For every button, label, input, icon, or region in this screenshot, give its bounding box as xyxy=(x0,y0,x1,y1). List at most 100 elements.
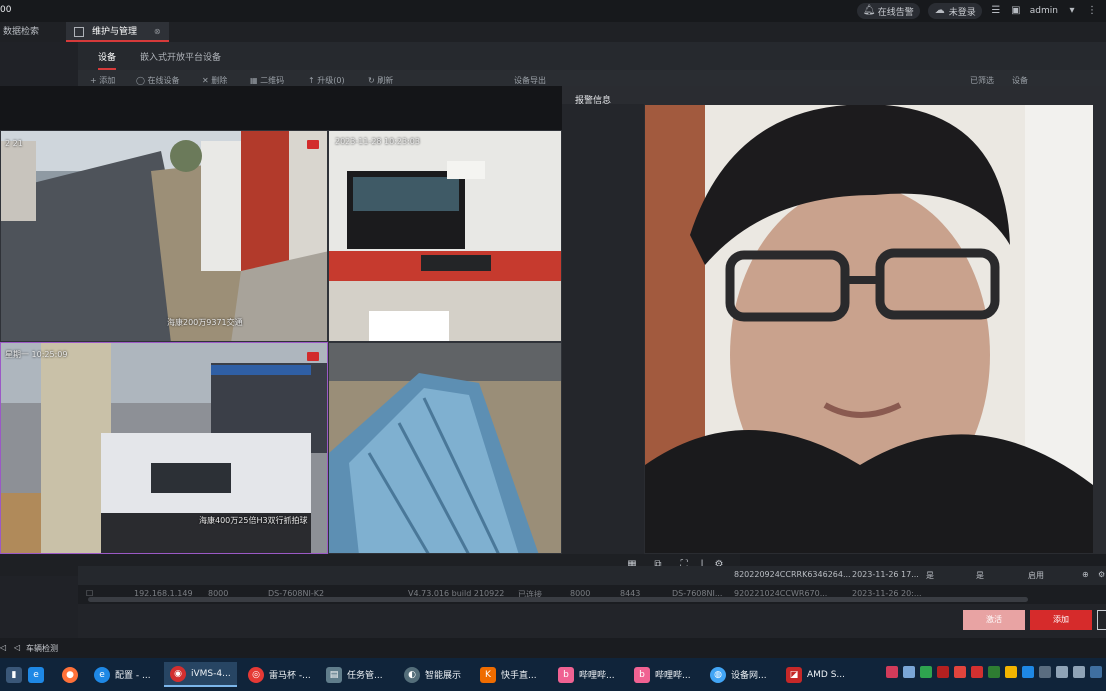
tab-maintenance-label: 维护与管理 xyxy=(92,27,138,37)
osd-timestamp: 2023-11-28 10:23:03 xyxy=(335,137,420,146)
record-icon xyxy=(307,352,319,361)
taskbar-item-ivms[interactable]: ◉ iVMS-4... xyxy=(164,662,237,687)
bilibili-icon: b xyxy=(634,666,650,683)
add-device-button[interactable]: 添加 xyxy=(1030,610,1092,630)
face-capture xyxy=(645,105,1093,553)
video-cell-street[interactable]: 2 21 海康200万9371交通 xyxy=(0,130,328,342)
display-icon: ◐ xyxy=(404,666,420,683)
close-icon[interactable]: ⊗ xyxy=(154,27,161,36)
input-method-icon[interactable] xyxy=(1090,666,1102,678)
cloud-login-label: 未登录 xyxy=(948,7,976,18)
speaker-icon[interactable]: ◁ xyxy=(0,643,6,652)
video-grid: 2 21 海康200万9371交通 2023-11-28 10:23:03 星期… xyxy=(0,86,562,554)
taskbar-item-bilibili-2[interactable]: b 哔哩哔... xyxy=(628,662,697,687)
alarm-side-list xyxy=(562,104,644,554)
task-manager-icon: ▤ xyxy=(326,666,342,683)
osd-timestamp: 星期一 10:25:09 xyxy=(5,350,68,359)
online-devices-button[interactable]: ◯ 在线设备 xyxy=(136,75,180,86)
camera-feed-street xyxy=(1,131,327,341)
horizontal-scrollbar[interactable] xyxy=(88,597,1028,602)
wechat-icon[interactable] xyxy=(920,666,932,678)
online-alarm-button[interactable]: 🔔︎ 在线告警 xyxy=(856,3,920,19)
captured-face-image xyxy=(645,105,1093,553)
tab-data-search[interactable]: 数据检索 xyxy=(3,22,39,42)
ivms-icon: ◉ xyxy=(170,665,186,682)
tab-embedded-devices[interactable]: 嵌入式开放平台设备 xyxy=(140,50,221,63)
module-icon xyxy=(74,27,84,37)
ie-icon[interactable]: e xyxy=(22,662,50,687)
video-cell-room[interactable]: 2023-11-28 10:23:03 xyxy=(328,130,562,342)
bell-icon: 🔔︎ xyxy=(862,5,876,16)
cell-flag: 是 xyxy=(976,571,984,580)
tab-maintenance[interactable]: 维护与管理 ⊗ xyxy=(66,22,169,42)
title-bar: 00 🔔︎ 在线告警 ☁ 未登录 ☰ ▣ admin ▾ ⋮ xyxy=(0,0,1106,22)
tray-app-icon[interactable] xyxy=(937,666,949,678)
keyboard-icon[interactable] xyxy=(1039,666,1051,678)
taskbar-item-config[interactable]: e 配置 - ... xyxy=(88,662,157,687)
chevron-left-icon[interactable]: ◁ xyxy=(14,643,20,652)
camera-feed-room xyxy=(329,131,561,341)
action-bar: 激活 添加 xyxy=(78,604,1106,638)
user-menu[interactable]: admin xyxy=(1030,6,1058,16)
app-icon: ◎ xyxy=(248,666,264,683)
module-tabs: 数据检索 维护与管理 ⊗ xyxy=(0,22,1106,42)
export-button[interactable]: 设备导出 xyxy=(514,75,546,86)
kuaishou-icon: K xyxy=(480,666,496,683)
online-alarm-label: 在线告警 xyxy=(877,7,914,18)
filter-select[interactable]: 设备 xyxy=(1012,75,1028,86)
camera-feed-roof xyxy=(329,343,561,553)
image-icon[interactable]: ▣ xyxy=(1010,5,1022,17)
vehicle-detect-label: 车辆检测 xyxy=(26,644,58,653)
osd-timestamp: 2 21 xyxy=(5,139,23,148)
tray-app-icon[interactable] xyxy=(988,666,1000,678)
upgrade-button[interactable]: ↑ 升级(0) xyxy=(308,75,345,86)
more-button[interactable] xyxy=(1097,610,1106,630)
tray-app-icon[interactable] xyxy=(971,666,983,678)
cell-serial: 820220924CCRRK6346264... xyxy=(734,570,851,579)
video-cell-roof[interactable] xyxy=(328,342,562,554)
tray-app-icon[interactable] xyxy=(954,666,966,678)
refresh-button[interactable]: ↻ 刷新 xyxy=(368,75,393,86)
more-icon[interactable]: ⋮ xyxy=(1086,5,1098,17)
window-title: 00 xyxy=(0,5,12,15)
cloud-login-button[interactable]: ☁ 未登录 xyxy=(927,3,982,19)
cell-time: 2023-11-26 17... xyxy=(852,570,919,579)
volume-icon[interactable] xyxy=(1073,666,1085,678)
tab-device[interactable]: 设备 xyxy=(98,50,117,70)
amd-icon: ◪ xyxy=(786,666,802,683)
osd-camera-name: 海康200万9371交通 xyxy=(167,318,243,327)
os-taskbar: ▮ e ● e 配置 - ... ◉ iVMS-4... ◎ 雷马杯 -... ▤ 任务… xyxy=(0,658,1106,691)
steam-icon[interactable] xyxy=(903,666,915,678)
add-button[interactable]: + 添加 xyxy=(90,75,115,86)
tray-app-icon[interactable] xyxy=(1022,666,1034,678)
settings-icon[interactable]: ⚙ xyxy=(1098,570,1105,579)
cell-flag: 是 xyxy=(926,571,934,580)
taskbar-item-device-net[interactable]: ◍ 设备网... xyxy=(704,662,773,687)
system-tray xyxy=(886,666,1102,678)
firefox-icon[interactable]: ● xyxy=(56,662,84,687)
taskbar-item-kuaishou[interactable]: K 快手直... xyxy=(474,662,543,687)
tray-app-icon[interactable] xyxy=(886,666,898,678)
taskbar-item-leima[interactable]: ◎ 雷马杯 -... xyxy=(242,662,317,687)
chevron-down-icon[interactable]: ▾ xyxy=(1066,5,1078,17)
taskbar-item-taskmgr[interactable]: ▤ 任务管... xyxy=(320,662,389,687)
header-right: 🔔︎ 在线告警 ☁ 未登录 ☰ ▣ admin ▾ ⋮ xyxy=(856,3,1098,19)
taskbar-item-amd[interactable]: ◪ AMD S... xyxy=(780,662,851,687)
qr-button[interactable]: ▦ 二维码 xyxy=(250,75,284,86)
globe-icon[interactable]: ⊕ xyxy=(1082,570,1089,579)
video-cell-truck[interactable]: 星期一 10:25:09 海康400万25倍H3双行抓拍球 xyxy=(0,342,328,554)
delete-button[interactable]: ✕ 删除 xyxy=(202,75,227,86)
bilibili-icon: b xyxy=(558,666,574,683)
list-icon[interactable]: ☰ xyxy=(990,5,1002,17)
wifi-icon[interactable] xyxy=(1056,666,1068,678)
ivms-window: 00 🔔︎ 在线告警 ☁ 未登录 ☰ ▣ admin ▾ ⋮ 数据检索 维护与管… xyxy=(0,0,1106,691)
table-row[interactable]: 820220924CCRRK6346264... 2023-11-26 17..… xyxy=(78,566,1106,585)
network-icon: ◍ xyxy=(710,666,726,683)
activate-button[interactable]: 激活 xyxy=(963,610,1025,630)
cloud-icon: ☁ xyxy=(934,5,945,16)
taskbar-item-display[interactable]: ◐ 智能展示 xyxy=(398,662,467,687)
shield-icon[interactable] xyxy=(1005,666,1017,678)
taskbar-item-bilibili-1[interactable]: b 哔哩哔... xyxy=(552,662,621,687)
filter-label: 已筛选 xyxy=(970,76,994,85)
cell-status: 启用 xyxy=(1028,571,1044,580)
